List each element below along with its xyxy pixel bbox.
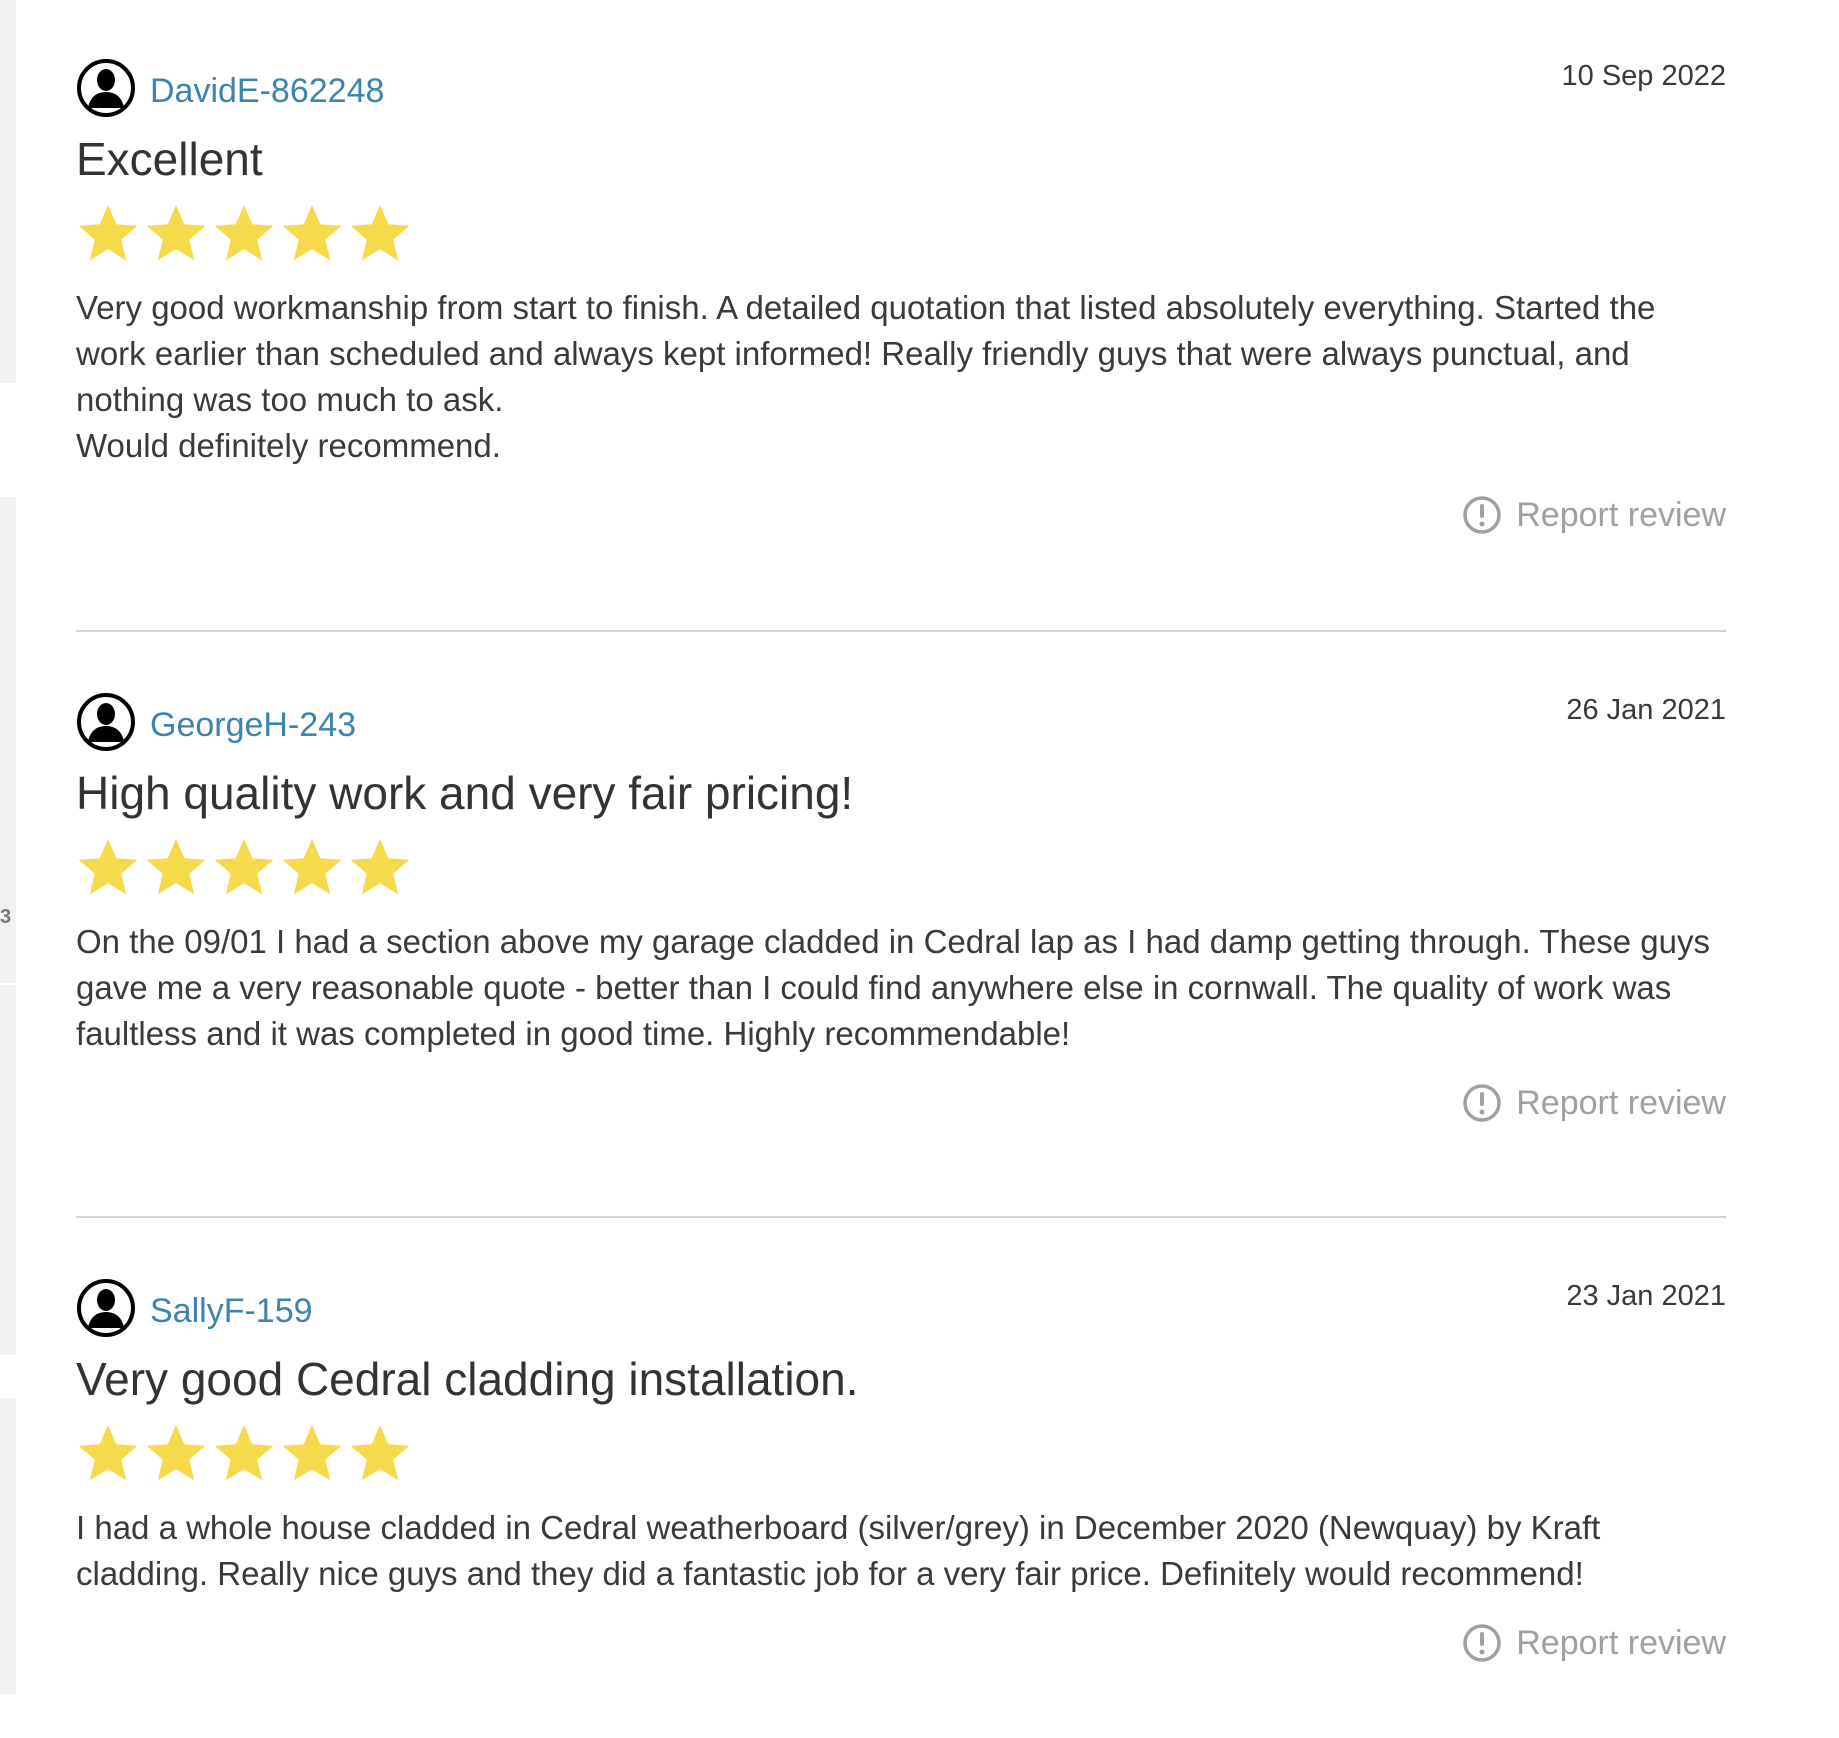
- left-sidebar-edge: 3: [0, 0, 16, 1694]
- review-body: On the 09/01 I had a section above my ga…: [76, 919, 1726, 1057]
- review-header: DavidE-862248 10 Sep 2022: [76, 58, 1726, 118]
- star-icon: [144, 835, 208, 899]
- star-icon: [76, 1421, 140, 1485]
- review-title: High quality work and very fair pricing!: [76, 767, 854, 819]
- star-icon: [280, 1421, 344, 1485]
- star-icon: [144, 1421, 208, 1485]
- review-body: I had a whole house cladded in Cedral we…: [76, 1505, 1726, 1597]
- review-card: GeorgeH-243 26 Jan 2021 High quality wor…: [76, 632, 1726, 1218]
- review-title: Very good Cedral cladding installation.: [76, 1353, 859, 1405]
- report-review-button[interactable]: Report review: [1462, 1083, 1726, 1123]
- star-icon: [212, 835, 276, 899]
- star-icon: [76, 201, 140, 265]
- star-icon: [212, 201, 276, 265]
- avatar-icon: [76, 58, 136, 118]
- star-icon: [348, 1421, 412, 1485]
- avatar-icon: [76, 1278, 136, 1338]
- star-icon: [348, 835, 412, 899]
- report-review-label: Report review: [1516, 1083, 1726, 1122]
- reviewer-username-link[interactable]: GeorgeH-243: [150, 706, 356, 745]
- exclamation-circle-icon: [1462, 1083, 1502, 1123]
- avatar-icon: [76, 692, 136, 752]
- star-icon: [144, 201, 208, 265]
- reviewer-username-link[interactable]: DavidE-862248: [150, 72, 384, 111]
- report-review-label: Report review: [1516, 495, 1726, 534]
- reviewer-username-link[interactable]: SallyF-159: [150, 1292, 313, 1331]
- review-date: 10 Sep 2022: [1561, 60, 1726, 92]
- review-body-paragraph: On the 09/01 I had a section above my ga…: [76, 923, 1710, 1053]
- review-body-paragraph: Would definitely recommend.: [76, 427, 501, 465]
- report-review-button[interactable]: Report review: [1462, 495, 1726, 535]
- star-rating: [76, 201, 1726, 265]
- report-review-button[interactable]: Report review: [1462, 1623, 1726, 1663]
- review-header: SallyF-159 23 Jan 2021: [76, 1278, 1726, 1338]
- review-body: Very good workmanship from start to fini…: [76, 285, 1726, 469]
- star-icon: [280, 201, 344, 265]
- star-icon: [348, 201, 412, 265]
- star-rating: [76, 1421, 1726, 1485]
- sidebar-edge-segment: [0, 0, 16, 383]
- star-icon: [280, 835, 344, 899]
- star-rating: [76, 835, 1726, 899]
- reviews-list: DavidE-862248 10 Sep 2022 Excellent Very…: [76, 0, 1726, 1738]
- report-review-label: Report review: [1516, 1623, 1726, 1662]
- sidebar-edge-segment: [0, 985, 16, 1355]
- sidebar-edge-segment: [0, 1398, 16, 1694]
- star-icon: [212, 1421, 276, 1485]
- review-date: 26 Jan 2021: [1566, 694, 1726, 726]
- review-body-paragraph: Very good workmanship from start to fini…: [76, 289, 1656, 419]
- review-card: DavidE-862248 10 Sep 2022 Excellent Very…: [76, 0, 1726, 632]
- review-card: SallyF-159 23 Jan 2021 Very good Cedral …: [76, 1218, 1726, 1738]
- review-body-paragraph: I had a whole house cladded in Cedral we…: [76, 1509, 1601, 1593]
- review-header: GeorgeH-243 26 Jan 2021: [76, 692, 1726, 752]
- exclamation-circle-icon: [1462, 495, 1502, 535]
- star-icon: [76, 835, 140, 899]
- review-date: 23 Jan 2021: [1566, 1280, 1726, 1312]
- sidebar-fragment-label: 3: [0, 906, 12, 928]
- exclamation-circle-icon: [1462, 1623, 1502, 1663]
- review-title: Excellent: [76, 133, 263, 185]
